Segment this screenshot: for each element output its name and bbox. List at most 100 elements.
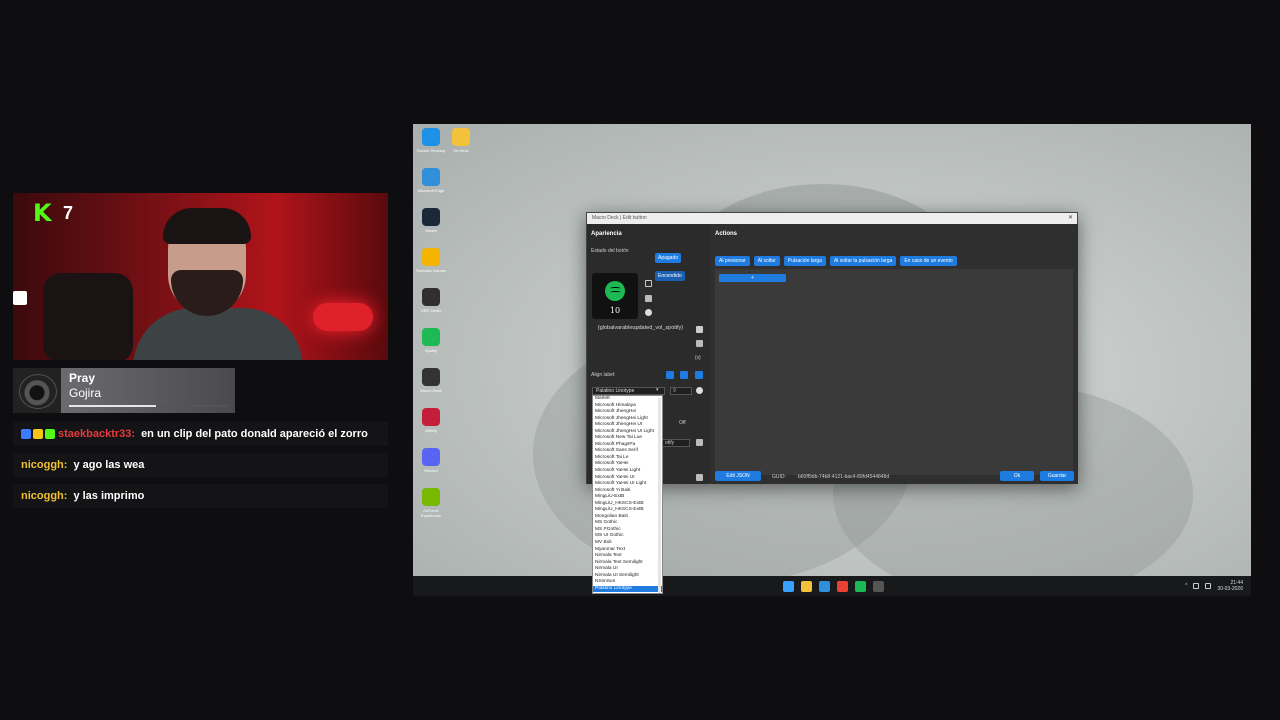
chat-badges [21, 429, 55, 439]
system-clock[interactable]: 21:44 30-03-2026 [1217, 580, 1243, 592]
microphone [313, 303, 373, 331]
streamer-body [133, 308, 303, 360]
align-center-button[interactable] [680, 371, 688, 379]
desktop-shortcut [446, 368, 476, 400]
dropdown-scrollbar[interactable] [658, 398, 661, 593]
color-picker-icon[interactable] [696, 387, 703, 394]
steam-icon [422, 208, 440, 226]
volume-icon[interactable] [1205, 583, 1212, 589]
badge-icon [33, 429, 43, 439]
button-preview[interactable]: 10 [592, 273, 638, 319]
actions-heading: Actions [715, 231, 738, 237]
variable-icon[interactable]: {x} [695, 355, 701, 361]
state-off-button[interactable]: Apagado [655, 253, 682, 263]
clock-date: 30-03-2026 [1217, 586, 1243, 592]
network-icon[interactable] [1193, 583, 1200, 589]
actions-list: + [715, 269, 1073, 475]
chat-text: y las imprimo [73, 490, 145, 502]
desktop-shortcut[interactable]: Rockstar Games [416, 248, 446, 280]
desktop-shortcut [446, 408, 476, 440]
chat-username: staekbacktr33: [58, 428, 136, 440]
desktop-shortcut[interactable]: Affinity [416, 408, 446, 440]
desktop-shortcut[interactable]: Microsoft Edge [416, 168, 446, 200]
label-trash-icon[interactable] [696, 340, 703, 347]
desktop-shortcut [446, 288, 476, 320]
spotify-icon [422, 328, 440, 346]
desktop-shortcut[interactable]: Steam [416, 208, 446, 240]
desktop-shortcut[interactable]: Docker Desktop [416, 128, 446, 160]
streamer [133, 208, 303, 360]
edge-icon [422, 168, 440, 186]
font-size-input[interactable]: 9 [670, 387, 692, 395]
desktop-shortcut[interactable]: Discord [416, 448, 446, 480]
kick-logo-icon: K [33, 199, 52, 227]
desktop-shortcut[interactable]: OBS Studio [416, 288, 446, 320]
ok-button[interactable]: Ok [1000, 471, 1034, 481]
action-tab[interactable]: En caso de un evento [900, 256, 957, 266]
action-tab[interactable]: Al presionar [715, 256, 750, 266]
state-on-button[interactable]: Encendido [655, 271, 685, 281]
chrome-icon[interactable] [837, 580, 848, 592]
desktop-shortcut[interactable]: Spotify [416, 328, 446, 360]
chat-username: nicoggh: [21, 459, 68, 471]
action-tab[interactable]: Al soltar la pulsación larga [829, 256, 897, 266]
edit-json-button[interactable]: Edit JSON [715, 471, 761, 481]
tray-chevron-icon[interactable]: ^ [1185, 583, 1187, 589]
align-bottom-button[interactable] [695, 371, 703, 379]
shortcut-label: Discord [424, 468, 438, 473]
desktop-shortcut [446, 168, 476, 200]
file-explorer-icon[interactable] [801, 580, 812, 592]
event-select[interactable]: otify [662, 439, 690, 447]
add-action-button[interactable]: + [719, 274, 786, 282]
gaming-chair [43, 273, 133, 360]
align-top-button[interactable] [666, 371, 674, 379]
taskbar-apps [783, 580, 884, 592]
chevron-down-icon[interactable]: ▾ [656, 387, 659, 393]
label-text-area[interactable]: {globalvarableupdated_vol_spotify} [592, 325, 689, 353]
desktop-shortcut [446, 448, 476, 480]
bottom-trash-icon[interactable] [696, 474, 703, 481]
shortcut-label: Spotify [424, 348, 438, 353]
desktop-shortcut [446, 208, 476, 240]
action-tab[interactable]: Al soltar [753, 256, 780, 266]
chat-text: en un clip del pato donald apareció el z… [141, 428, 368, 440]
docker-icon [422, 128, 440, 146]
chat-message: staekbacktr33: en un clip del pato donald… [13, 422, 388, 446]
macrodeck-icon[interactable] [873, 580, 884, 592]
font-select[interactable]: Palatino Linotype [592, 387, 665, 395]
shortcut-label: Rockstar Games [416, 268, 446, 273]
save-button[interactable]: Guardar [1040, 471, 1074, 481]
desktop-shortcut [446, 328, 476, 360]
discord-icon [422, 448, 440, 466]
font-option[interactable]: Palatino Linotype [593, 585, 662, 593]
shortcut-label: Macro Deck [420, 388, 442, 393]
export-icon[interactable] [696, 326, 703, 333]
font-dropdown-list[interactable]: Marlett Microsoft Himalaya Microsoft Jheng… [592, 395, 663, 594]
shortcut-label: Docker Desktop [416, 148, 446, 153]
edge-icon[interactable] [819, 580, 830, 592]
edit-icon[interactable] [645, 280, 652, 287]
desktop-shortcut[interactable]: Macro Deck [416, 368, 446, 400]
desktop-shortcut[interactable]: GeForce Experience [416, 488, 446, 520]
appearance-heading: Apariencia [591, 231, 622, 237]
spotify-icon[interactable] [855, 580, 866, 592]
song-title: Pray [69, 371, 96, 385]
trash-icon[interactable] [645, 295, 652, 302]
windows-start-icon[interactable] [783, 580, 794, 592]
taskbar: ^ 21:44 30-03-2026 [413, 576, 1251, 596]
desktop-shortcut[interactable]: Sin título [446, 128, 476, 160]
badge-icon [45, 429, 55, 439]
chat-message: nicoggh: y ago las wea [13, 453, 388, 477]
palette-icon[interactable] [645, 309, 652, 316]
event-trash-icon[interactable] [696, 439, 703, 446]
rockstar-icon [422, 248, 440, 266]
folder-icon [452, 128, 470, 146]
affinity-icon [422, 408, 440, 426]
badge-icon [21, 429, 31, 439]
song-progress-bar [69, 405, 227, 407]
shortcut-label: GeForce Experience [420, 508, 441, 518]
action-tabs: Al presionar Al soltar Pulsación larga Al s… [715, 256, 957, 266]
kick-viewer-badge: K 7 [33, 201, 73, 225]
close-icon[interactable]: ✕ [1068, 213, 1073, 224]
action-tab[interactable]: Pulsación larga [783, 256, 826, 266]
